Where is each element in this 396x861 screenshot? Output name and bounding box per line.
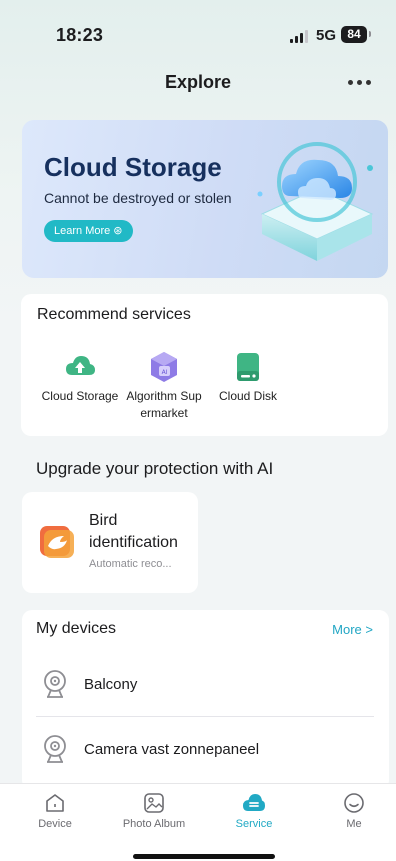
service-label: Cloud Storage bbox=[41, 389, 119, 403]
home-icon bbox=[46, 794, 64, 812]
devices-more-link[interactable]: More > bbox=[332, 622, 373, 637]
svg-text:AI: AI bbox=[162, 369, 168, 376]
service-cloud-disk[interactable]: Cloud Disk bbox=[203, 350, 293, 405]
banner-subtitle: Cannot be destroyed or stolen bbox=[44, 190, 232, 206]
camera-icon bbox=[44, 670, 66, 698]
cloud-upload-icon bbox=[66, 356, 95, 375]
status-bar: 18:23 5G 84 bbox=[0, 0, 396, 70]
my-devices-card: My devices More > Balcony Camera vast zo… bbox=[22, 610, 389, 790]
status-time: 18:23 bbox=[56, 25, 104, 45]
tab-label: Photo Album bbox=[122, 818, 186, 830]
battery-icon: 84 bbox=[341, 26, 371, 43]
disk-icon bbox=[237, 353, 259, 381]
upgrade-section-title: Upgrade your protection with AI bbox=[36, 459, 274, 478]
device-row-camera-vast-zonnepaneel[interactable]: Camera vast zonnepaneel bbox=[42, 717, 375, 781]
smile-icon bbox=[344, 793, 364, 813]
tab-device[interactable]: Device bbox=[10, 792, 100, 830]
my-devices-title: My devices bbox=[36, 620, 117, 637]
service-algorithm-supermarket[interactable]: AI Algorithm Sup ermarket bbox=[119, 350, 209, 422]
cloud-storage-banner[interactable]: Cloud Storage Cannot be destroyed or sto… bbox=[22, 120, 388, 278]
device-name: Balcony bbox=[84, 675, 138, 693]
ai-cube-icon: AI bbox=[151, 352, 177, 382]
bird-card-title: Bird identification bbox=[89, 512, 178, 551]
bird-identification-card[interactable]: Bird identification Automatic reco... bbox=[22, 492, 198, 593]
service-icon bbox=[243, 794, 265, 811]
tab-label: Me bbox=[346, 818, 362, 830]
tab-me[interactable]: Me bbox=[309, 792, 396, 830]
cloud-box-illustration-icon bbox=[257, 142, 374, 261]
camera-icon bbox=[44, 735, 66, 763]
service-label: Cloud Disk bbox=[218, 389, 278, 403]
photo-icon bbox=[144, 793, 164, 813]
network-label: 5G bbox=[316, 27, 337, 44]
bird-card-description: Automatic reco... bbox=[89, 558, 172, 570]
service-cloud-storage[interactable]: Cloud Storage bbox=[35, 350, 125, 405]
recommend-services-title: Recommend services bbox=[37, 306, 191, 323]
page-title: Explore bbox=[164, 72, 232, 92]
home-indicator bbox=[133, 854, 275, 859]
bird-icon bbox=[40, 526, 74, 558]
device-name: Camera vast zonnepaneel bbox=[84, 740, 260, 758]
service-label: Algorithm Sup ermarket bbox=[126, 389, 202, 420]
tab-label: Device bbox=[38, 818, 72, 830]
recommend-services-card: Recommend services Cloud Storage AI Algo… bbox=[21, 294, 388, 436]
bottom-tab-bar: Device Photo Album Service Me bbox=[0, 783, 396, 861]
learn-more-button[interactable]: Learn More ⊛ bbox=[44, 220, 133, 242]
tab-label: Service bbox=[235, 818, 273, 830]
tab-photo-album[interactable]: Photo Album bbox=[109, 792, 199, 830]
device-row-balcony[interactable]: Balcony bbox=[42, 652, 375, 716]
tab-service[interactable]: Service bbox=[209, 792, 299, 830]
signal-icon bbox=[290, 30, 308, 43]
banner-title: Cloud Storage bbox=[44, 152, 222, 182]
more-options-icon[interactable] bbox=[348, 80, 371, 85]
